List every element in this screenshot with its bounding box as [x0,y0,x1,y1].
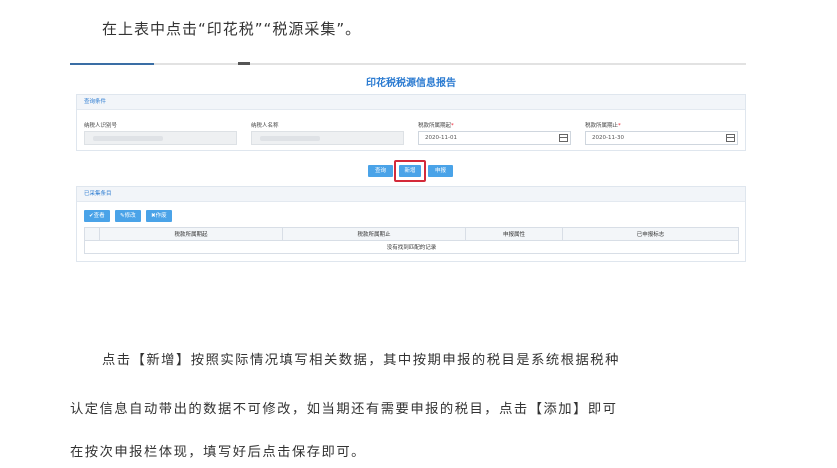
select-column-header[interactable] [84,227,100,241]
void-button[interactable]: ✖作废 [146,210,172,222]
period-start-label: 税款所属期起* [418,123,454,129]
column-header: 税款所属期止 [282,227,466,241]
redacted-value [93,136,163,141]
taxpayer-id-field[interactable] [84,131,237,145]
period-end-field[interactable]: 2020-11-30 [585,131,738,145]
taxpayer-name-field[interactable] [251,131,404,145]
redacted-value [260,136,320,141]
period-end-label: 税款所属期止* [585,123,621,129]
collected-panel-title: 已采集条目 [77,187,745,202]
table-row: 没有找到匹配的记录 [84,240,739,254]
collected-table: 税款所属期起 税款所属期止 申报属性 已申报标志 没有找到匹配的记录 [84,227,739,254]
period-start-field[interactable]: 2020-11-01 [418,131,571,145]
column-header: 申报属性 [465,227,563,241]
period-end-value: 2020-11-30 [592,135,624,141]
table-header-row: 税款所属期起 税款所属期止 申报属性 已申报标志 [84,227,739,241]
section-divider [70,62,746,65]
page-title: 印花税税源信息报告 [366,78,456,89]
body-paragraph-line: 点击【新增】按照实际情况填写相关数据，其中按期申报的税目是系统根据税种 [102,353,620,368]
intro-paragraph: 在上表中点击“印花税”“税源采集”。 [102,20,362,38]
divider-accent [70,63,154,65]
empty-message: 没有找到匹配的记录 [84,240,739,254]
query-panel: 查询条件 纳税人识别号 纳税人名称 税款所属期起* 2020-11-01 税款所… [76,94,746,151]
tax-source-app: 印花税税源信息报告 查询条件 纳税人识别号 纳税人名称 税款所属期起* 2020… [76,69,746,262]
declare-button[interactable]: 申报 [428,165,453,177]
taxpayer-name-label: 纳税人名称 [251,123,279,129]
edit-button[interactable]: ✎修改 [115,210,141,222]
body-paragraph-line: 在按次申报栏体现，填写好后点击保存即可。 [70,445,366,460]
add-button-highlight [394,160,426,182]
divider-marker [238,62,250,65]
column-header: 已申报标志 [562,227,739,241]
calendar-icon[interactable] [726,134,735,142]
taxpayer-id-label: 纳税人识别号 [84,123,118,129]
query-panel-title: 查询条件 [77,95,745,110]
calendar-icon[interactable] [559,134,568,142]
view-button[interactable]: ✔查看 [84,210,110,222]
body-paragraph-line: 认定信息自动带出的数据不可修改，如当期还有需要申报的税目，点击【添加】即可 [70,402,618,417]
query-button[interactable]: 查询 [368,165,393,177]
column-header: 税款所属期起 [99,227,283,241]
collected-panel: 已采集条目 ✔查看 ✎修改 ✖作废 税款所属期起 税款所属期止 申报属性 已申报… [76,186,746,262]
period-start-value: 2020-11-01 [425,135,457,141]
